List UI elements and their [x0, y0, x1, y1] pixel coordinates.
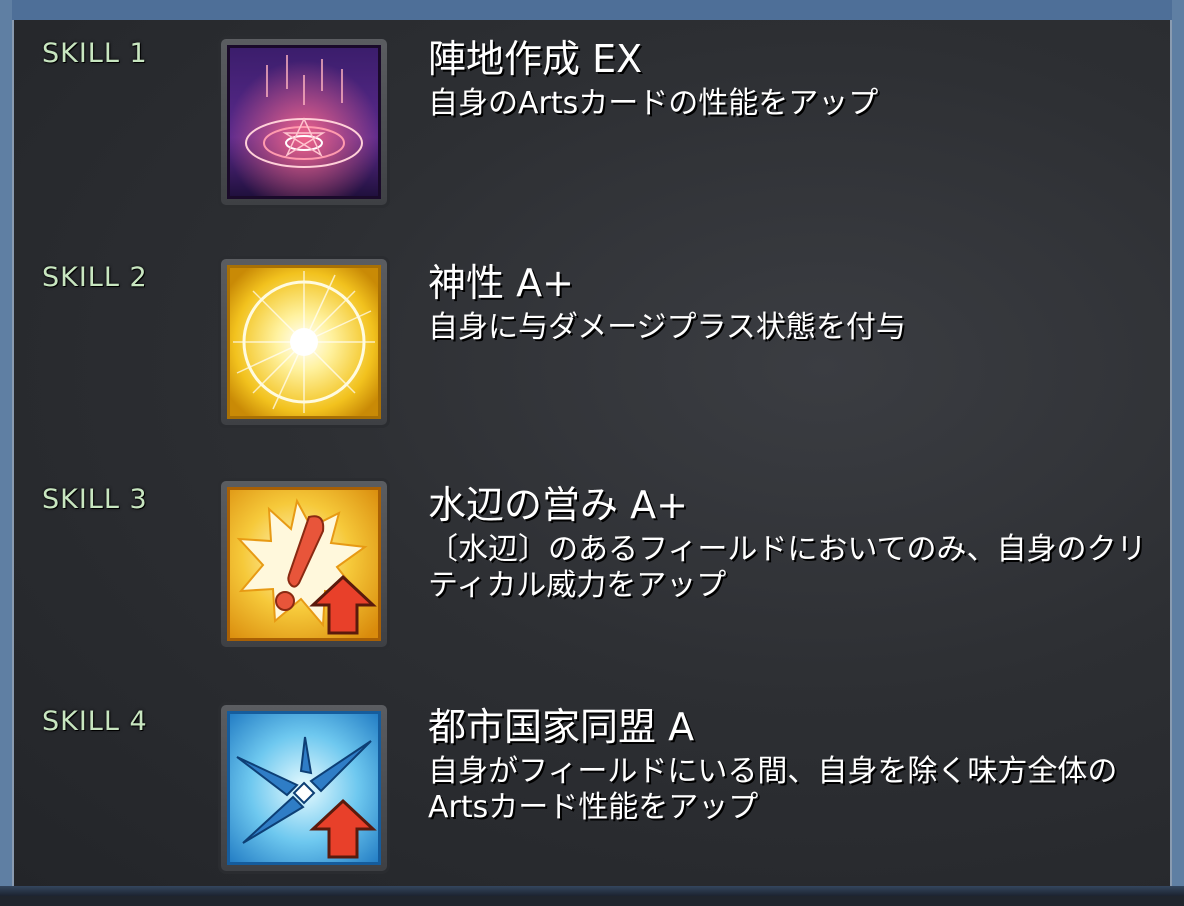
skill-icon-button[interactable] — [218, 36, 390, 208]
critical-up-icon — [227, 487, 381, 641]
skill-row-1: SKILL 1 陣地作成 EX 自身のArtsカードの性能をアップ — [0, 36, 1184, 238]
skill-description: 〔水辺〕のあるフィールドにおいてのみ、自身のクリティカル威力をアップ — [428, 532, 1147, 603]
skill-name: 陣地作成 EX — [428, 37, 643, 81]
skill-row-2: SKILL 2 神性 A+ 自身に与ダメージプラス状態を付与 — [0, 256, 1184, 462]
skill-description: 自身に与ダメージプラス状態を付与 — [428, 310, 906, 345]
skill-description: 自身のArtsカードの性能をアップ — [428, 86, 879, 121]
skill-description: 自身がフィールドにいる間、自身を除く味方全体のArtsカード性能をアップ — [428, 754, 1118, 825]
skill-label: SKILL 3 — [42, 484, 148, 515]
arts-up-icon — [227, 711, 381, 865]
skill-label: SKILL 2 — [42, 262, 148, 293]
divine-light-icon — [227, 265, 381, 419]
magic-circle-icon — [227, 45, 381, 199]
skill-row-4: SKILL 4 都市国家同盟 A 自身がフィールドにいる間、自身を除く味方全体の… — [0, 702, 1184, 906]
skill-icon-button[interactable] — [218, 256, 390, 428]
skill-icon-button[interactable] — [218, 478, 390, 650]
skill-row-3: SKILL 3 水辺の営み A+ 〔水辺〕のあるフィールドにおいてのみ、自身のク… — [0, 478, 1184, 684]
skill-label: SKILL 1 — [42, 38, 148, 69]
skill-label: SKILL 4 — [42, 706, 148, 737]
skill-icon-button[interactable] — [218, 702, 390, 874]
skill-name: 水辺の営み A+ — [428, 483, 688, 527]
skill-name: 神性 A+ — [428, 261, 574, 305]
skill-name: 都市国家同盟 A — [428, 705, 695, 749]
